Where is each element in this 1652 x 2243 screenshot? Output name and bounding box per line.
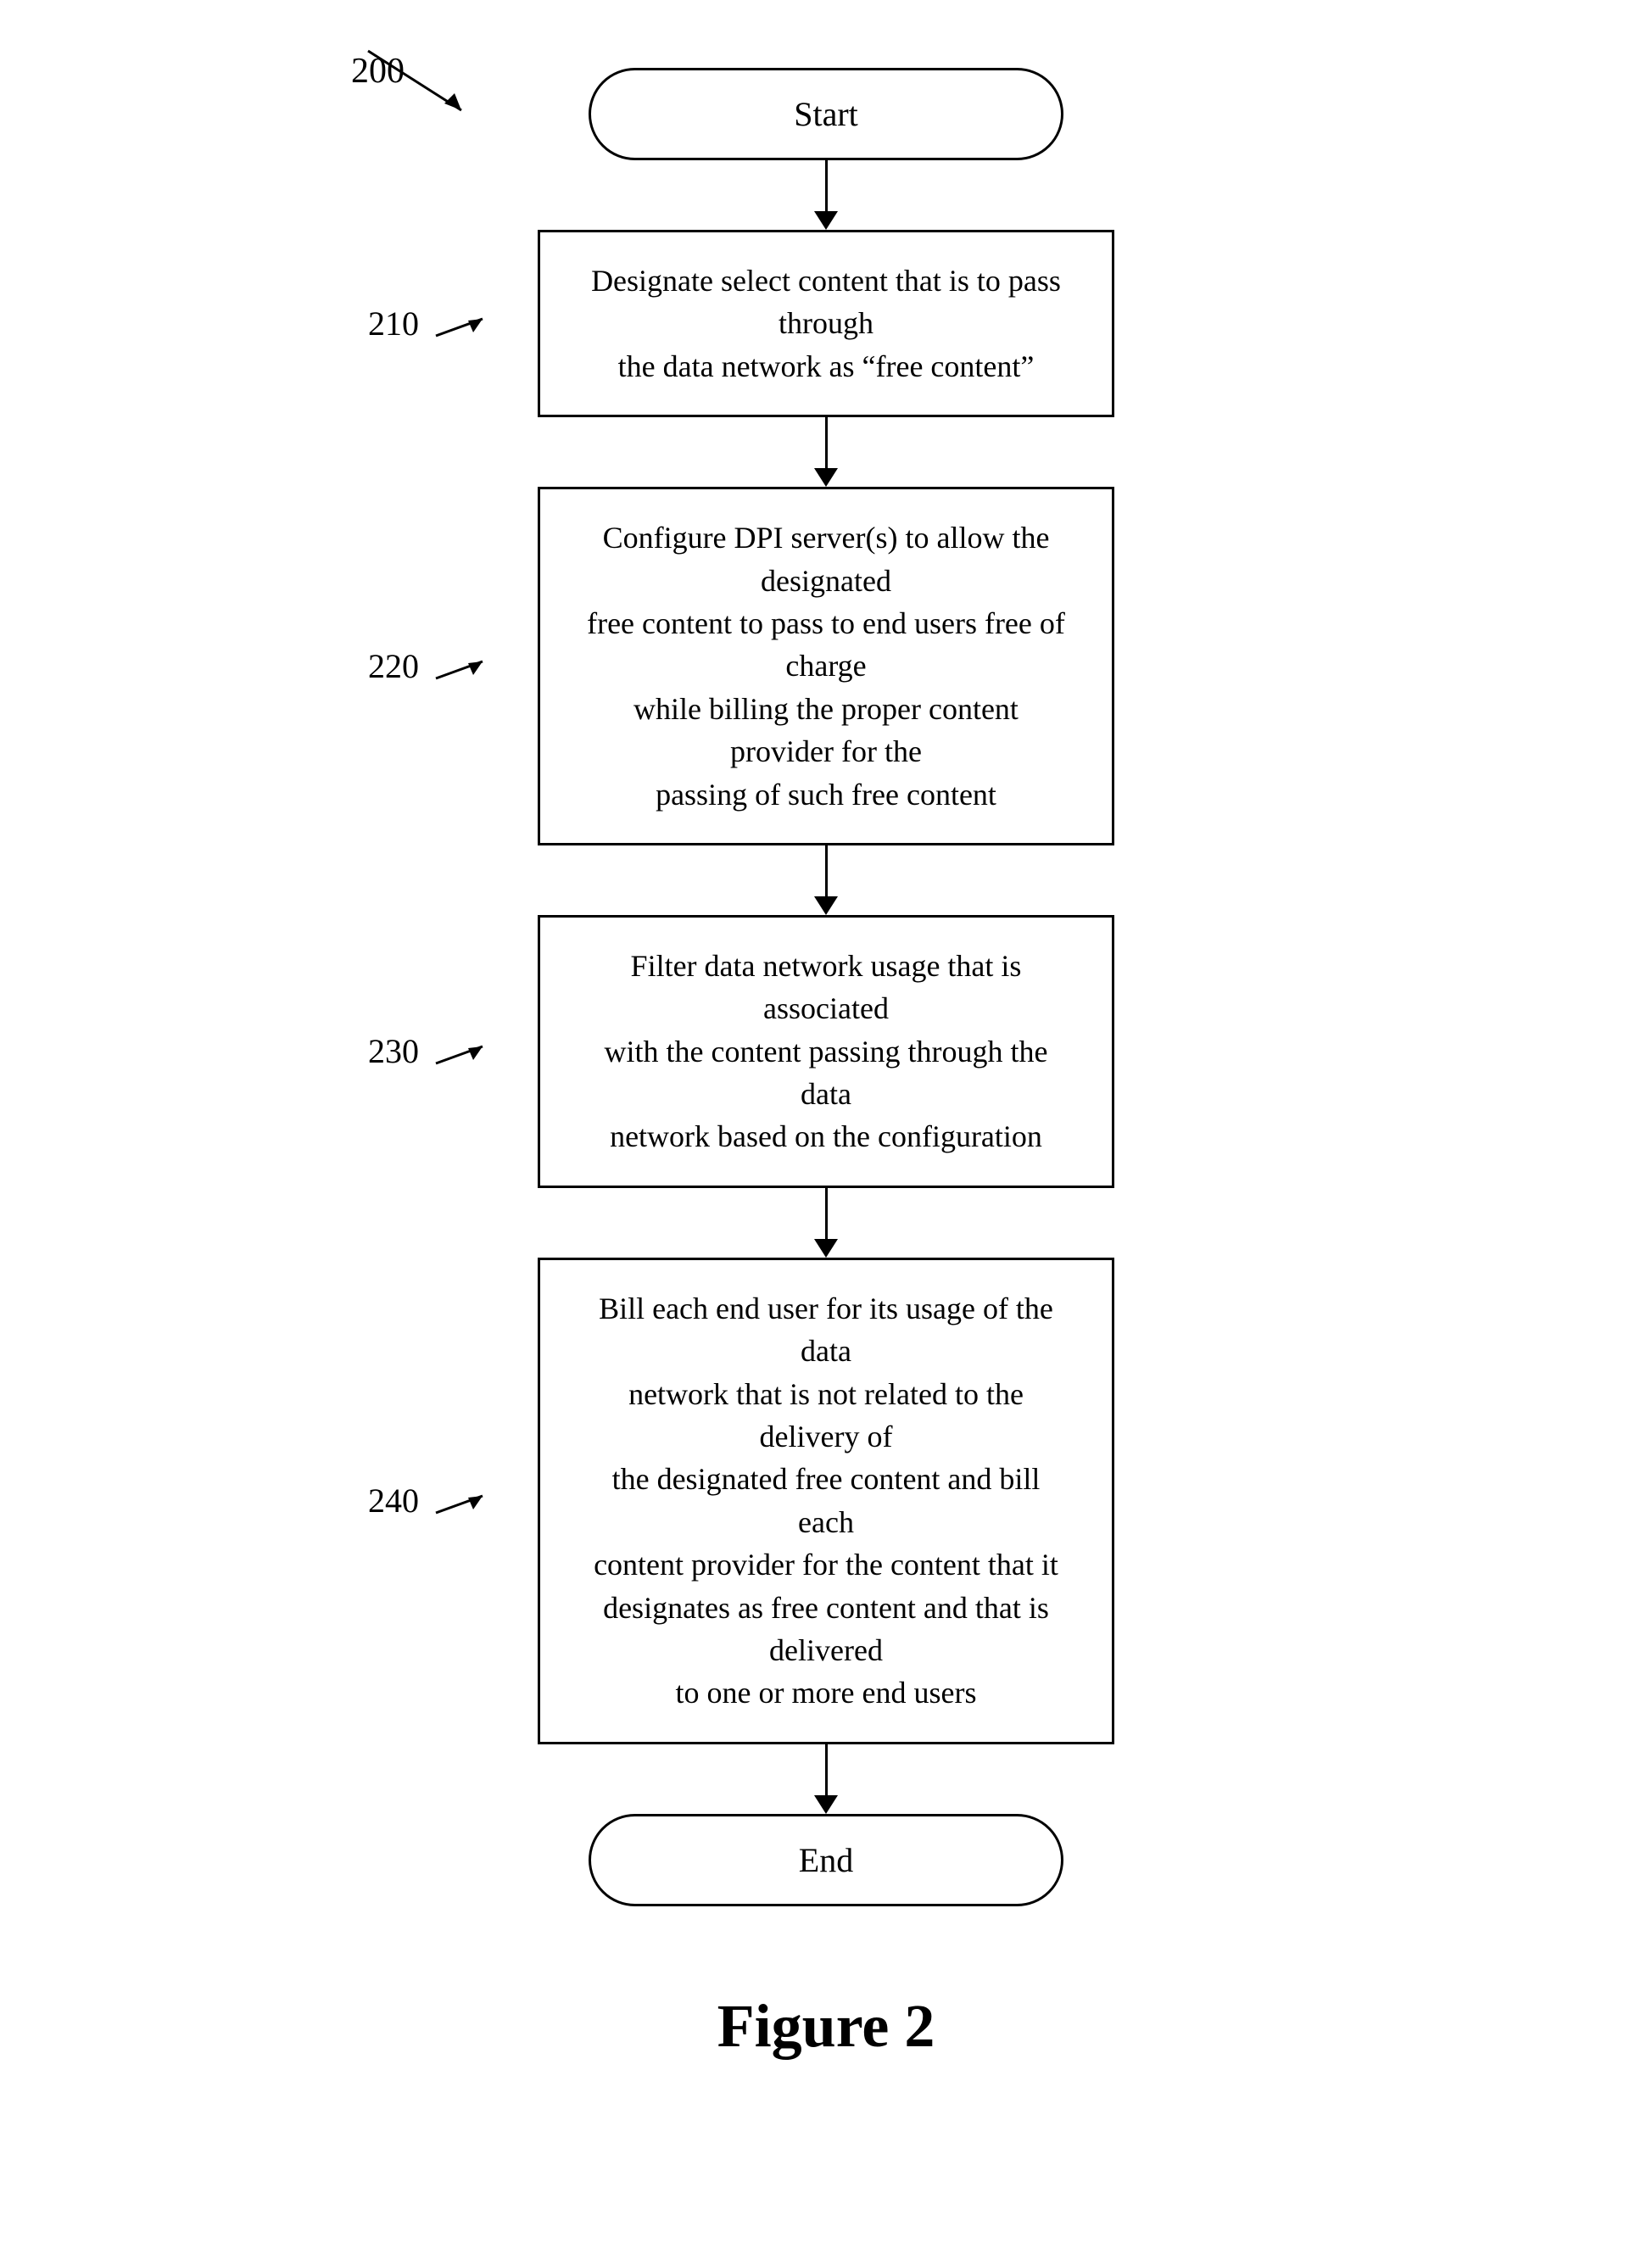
step-240-text: Bill each end user for its usage of the … [594,1292,1058,1710]
end-terminal: End [589,1814,1063,1906]
step-230-arrow-icon [427,1038,495,1072]
step-230-box: Filter data network usage that is associ… [538,915,1114,1188]
step-220-text: Configure DPI server(s) to allow the des… [587,521,1065,811]
step-240-box: Bill each end user for its usage of the … [538,1258,1114,1744]
diagram-container: 200 Start 210 [317,51,1335,2062]
flowchart: Start 210 Designate select content that … [317,68,1335,1906]
step-220-label: 220 [368,646,495,687]
step-210-arrow-icon [427,310,495,344]
arrow-start-to-210 [814,160,838,230]
step-230-label: 230 [368,1031,495,1072]
step-210-label: 210 [368,304,495,344]
step-220-arrow-icon [427,653,495,687]
arrow-220-to-230 [814,845,838,915]
step-220-box: Configure DPI server(s) to allow the des… [538,487,1114,845]
step-240-label: 240 [368,1481,495,1521]
step-220-row: 220 Configure DPI server(s) to allow the… [317,487,1335,845]
step-210-text: Designate select content that is to pass… [591,264,1061,383]
step-230-row: 230 Filter data network usage that is as… [317,915,1335,1188]
step-210-box: Designate select content that is to pass… [538,230,1114,417]
arrow-240-to-end [814,1744,838,1814]
figure-caption: Figure 2 [717,1991,935,2062]
arrow-230-to-240 [814,1188,838,1258]
figure-reference-label: 200 [351,51,405,92]
arrow-210-to-220 [814,417,838,487]
step-210-row: 210 Designate select content that is to … [317,230,1335,417]
page: 200 Start 210 [0,0,1652,2243]
start-terminal: Start [589,68,1063,160]
step-240-row: 240 Bill each end user for its usage of … [317,1258,1335,1744]
step-240-arrow-icon [427,1487,495,1521]
step-230-text: Filter data network usage that is associ… [605,949,1048,1154]
